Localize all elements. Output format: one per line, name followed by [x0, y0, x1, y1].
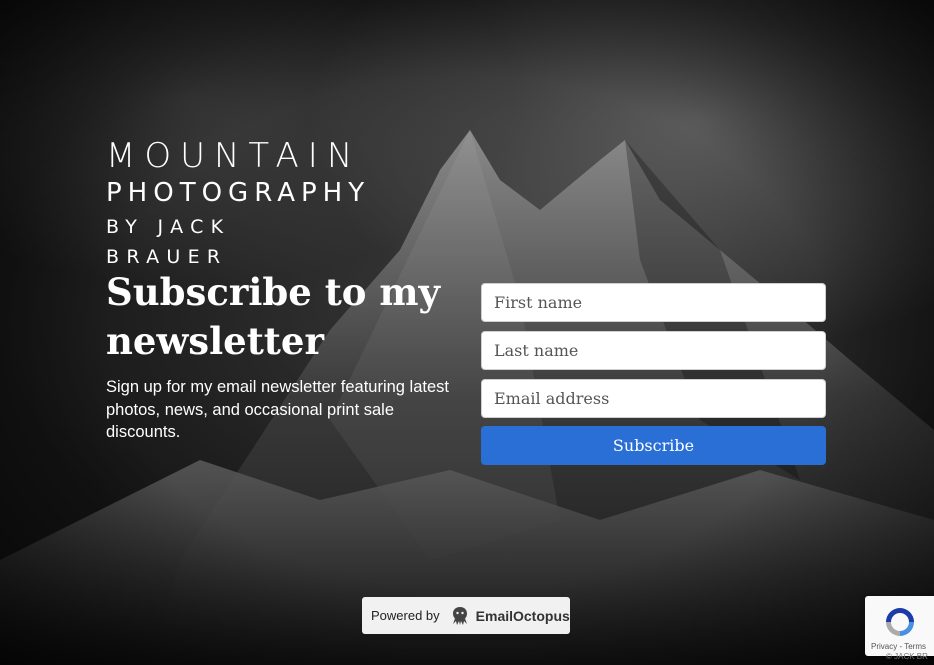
first-name-input[interactable]: [481, 283, 826, 322]
powered-by-emailoctopus-badge[interactable]: Powered by EmailOctopus: [362, 597, 570, 634]
subscribe-button[interactable]: Subscribe: [481, 426, 826, 465]
logo-line-byline: BY JACK BRAUER: [106, 216, 231, 268]
recaptcha-badge[interactable]: Privacy - Terms: [865, 596, 934, 656]
newsletter-description: Sign up for my email newsletter featurin…: [106, 378, 449, 441]
powered-by-label: Powered by: [371, 608, 440, 623]
email-input[interactable]: [481, 379, 826, 418]
copyright-notice: © JACK BR: [886, 652, 928, 661]
octopus-icon: [452, 606, 467, 625]
signup-form: Subscribe: [481, 283, 826, 465]
page-title: Subscribe to my newsletter: [106, 270, 440, 363]
recaptcha-separator: -: [899, 642, 903, 651]
emailoctopus-brand: EmailOctopus: [475, 607, 570, 624]
site-logo[interactable]: MOUNTAIN PHOTOGRAPHY BY JACK BRAUER: [106, 136, 371, 272]
recaptcha-privacy-link[interactable]: Privacy: [871, 642, 897, 651]
logo-line-photography: PHOTOGRAPHY: [106, 178, 371, 208]
recaptcha-links: Privacy - Terms: [871, 642, 926, 651]
logo-line-mountain: MOUNTAIN: [106, 136, 362, 176]
recaptcha-icon: [886, 608, 914, 636]
last-name-input[interactable]: [481, 331, 826, 370]
recaptcha-terms-link[interactable]: Terms: [904, 642, 926, 651]
